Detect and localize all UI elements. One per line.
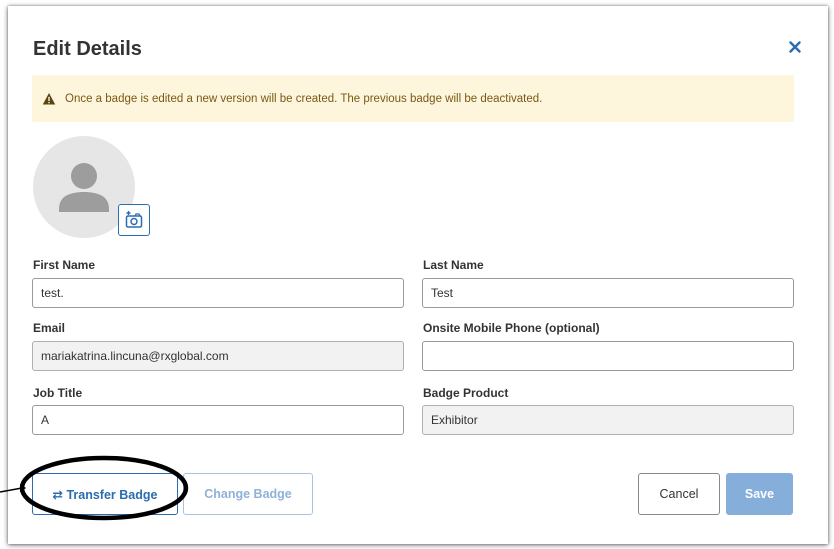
job-title-label: Job Title (33, 386, 83, 400)
first-name-input[interactable] (32, 278, 404, 308)
last-name-label: Last Name (423, 258, 484, 272)
transfer-badge-button[interactable]: ⇄ Transfer Badge (32, 473, 178, 515)
job-title-input[interactable] (32, 405, 404, 435)
change-badge-button[interactable]: Change Badge (183, 473, 313, 515)
close-icon (789, 41, 801, 53)
close-button[interactable] (784, 36, 806, 58)
badge-product-input[interactable] (422, 405, 794, 435)
dialog-title: Edit Details (33, 38, 142, 60)
mobile-phone-label: Onsite Mobile Phone (optional) (423, 321, 600, 335)
alert-message: Once a badge is edited a new version wil… (65, 92, 543, 105)
add-photo-icon (125, 211, 143, 228)
mobile-phone-input[interactable] (422, 341, 794, 371)
email-input[interactable] (32, 341, 404, 371)
last-name-input[interactable] (422, 278, 794, 308)
email-label: Email (33, 321, 66, 335)
warning-icon (42, 92, 56, 106)
save-button[interactable]: Save (726, 473, 793, 515)
edit-details-dialog: Edit Details Once a badge is edited a ne… (8, 6, 828, 544)
cancel-button[interactable]: Cancel (638, 473, 720, 515)
first-name-label: First Name (33, 258, 96, 272)
badge-product-label: Badge Product (423, 386, 509, 400)
upload-photo-button[interactable] (118, 204, 150, 236)
warning-alert: Once a badge is edited a new version wil… (32, 75, 794, 122)
